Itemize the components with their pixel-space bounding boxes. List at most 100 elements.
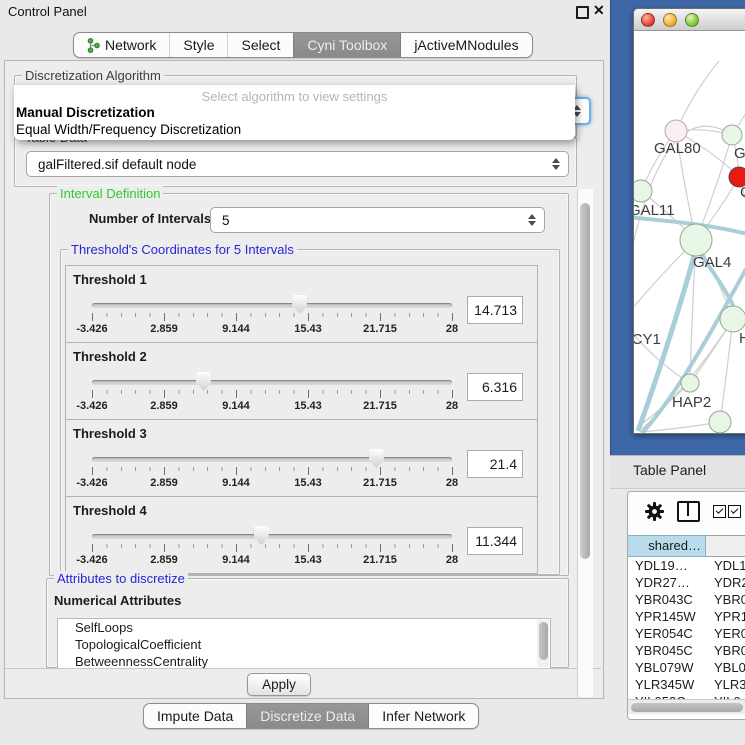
slider-track[interactable] — [92, 534, 452, 539]
algorithm-dropdown-popup: Select algorithm to view settings Manual… — [14, 85, 575, 140]
zoom-traffic-light-icon[interactable] — [685, 13, 699, 27]
panel-scrollbar-thumb[interactable] — [580, 203, 590, 559]
tab-select[interactable]: Select — [227, 33, 293, 57]
columns-icon[interactable] — [677, 501, 700, 522]
threshold-value-field[interactable]: 6.316 — [467, 373, 523, 401]
tab-label: Cyni Toolbox — [307, 37, 387, 53]
thresholds-group-title: Threshold's Coordinates for 5 Intervals — [68, 242, 297, 257]
threshold-value-field[interactable]: 11.344 — [467, 527, 523, 555]
tab-style[interactable]: Style — [169, 33, 227, 57]
slider-tick-label: 9.144 — [222, 554, 250, 566]
numerical-attributes-list[interactable]: SelfLoopsTopologicalCoefficientBetweenne… — [57, 618, 551, 669]
table-cell: YBL079W — [628, 659, 706, 676]
close-icon[interactable]: ✕ — [593, 2, 605, 19]
attribute-list-item[interactable]: SelfLoops — [58, 619, 550, 636]
table-row[interactable]: YDR27…YDR2 — [628, 574, 745, 591]
slider-handle[interactable] — [369, 449, 384, 468]
popup-prompt: Select algorithm to view settings — [14, 85, 575, 104]
network-canvas[interactable]: GAL80GACGAL11GAL4GCY1HHAP2 — [634, 31, 745, 433]
network-node-gal4[interactable] — [680, 224, 712, 256]
table-row[interactable]: YER054CYER0 — [628, 625, 745, 642]
float-window-icon[interactable] — [576, 6, 589, 19]
network-node-h[interactable] — [720, 306, 745, 332]
network-node-hap2[interactable] — [681, 374, 699, 392]
number-of-intervals-combobox[interactable]: 5 — [210, 207, 545, 233]
attribute-list-item[interactable]: BetweennessCentrality — [58, 653, 550, 669]
network-window-titlebar[interactable] — [634, 9, 745, 31]
network-node-gal11[interactable] — [634, 180, 652, 202]
table-row[interactable]: YPR145WYPR1 — [628, 608, 745, 625]
network-edge — [676, 61, 719, 131]
slider-tick-label: -3.426 — [76, 323, 107, 335]
slider-tick-label: 21.715 — [363, 323, 397, 335]
network-node-ga[interactable] — [722, 125, 742, 145]
checkbox-icon[interactable] — [713, 505, 726, 518]
tab-network[interactable]: Network — [74, 33, 169, 57]
network-node-label: GAL11 — [634, 202, 675, 219]
table-row[interactable]: YBR045CYBR0 — [628, 642, 745, 659]
slider-track[interactable] — [92, 303, 452, 308]
apply-button[interactable]: Apply — [247, 673, 311, 696]
table-column-header[interactable]: shared… — [628, 535, 706, 557]
network-edge — [720, 319, 733, 422]
slider-major-tick — [380, 544, 381, 552]
close-traffic-light-icon[interactable] — [641, 13, 655, 27]
slider-tick-label: 15.43 — [294, 400, 322, 412]
tab-label: Impute Data — [157, 708, 233, 724]
slider-major-tick — [236, 390, 237, 398]
threshold-value-field[interactable]: 14.713 — [467, 296, 523, 324]
panel-scrollbar[interactable] — [577, 189, 593, 697]
table-row[interactable]: YDL19…YDL1 — [628, 557, 745, 574]
minimize-traffic-light-icon[interactable] — [663, 13, 677, 27]
network-node-node[interactable] — [709, 411, 731, 433]
slider-major-tick — [92, 544, 93, 552]
table-scrollbar-thumb[interactable] — [631, 703, 743, 712]
popup-option-manual-discretization[interactable]: Manual Discretization — [14, 104, 575, 121]
slider-major-tick — [236, 313, 237, 321]
tab-discretize-data[interactable]: Discretize Data — [246, 704, 368, 728]
table-row[interactable]: YBL079WYBL0 — [628, 659, 745, 676]
checkbox-icon[interactable] — [728, 505, 741, 518]
slider-handle[interactable] — [196, 372, 211, 391]
table-row[interactable]: YBR043CYBR0 — [628, 591, 745, 608]
slider-tick-label: 21.715 — [363, 554, 397, 566]
interval-definition-group: Interval Definition Number of Intervals … — [49, 193, 569, 576]
slider-major-tick — [380, 390, 381, 398]
slider-tick-label: 21.715 — [363, 477, 397, 489]
slider-track[interactable] — [92, 457, 452, 462]
tab-impute-data[interactable]: Impute Data — [144, 704, 246, 728]
tab-cyni-toolbox[interactable]: Cyni Toolbox — [293, 33, 400, 57]
slider-tick-label: 15.43 — [294, 554, 322, 566]
attribute-list-item[interactable]: TopologicalCoefficient — [58, 636, 550, 653]
tab-label: Network — [105, 37, 156, 53]
slider-major-tick — [164, 467, 165, 475]
control-panel-titlebar: Control Panel ✕ — [0, 0, 608, 24]
slider-major-tick — [452, 313, 453, 321]
table-row[interactable]: YLR345WYLR3 — [628, 676, 745, 693]
slider-major-tick — [92, 467, 93, 475]
threshold-value-field[interactable]: 21.4 — [467, 450, 523, 478]
threshold-panel-3: Threshold 3-3.4262.8599.14415.4321.71528… — [65, 419, 538, 497]
table-toolbar — [628, 492, 745, 530]
slider-major-tick — [452, 390, 453, 398]
network-node-gal80[interactable] — [665, 120, 687, 142]
number-of-intervals-value: 5 — [211, 213, 527, 228]
slider-track[interactable] — [92, 380, 452, 385]
list-scrollbar[interactable] — [537, 620, 549, 667]
slider-handle[interactable] — [292, 295, 307, 314]
threshold-panel-1: Threshold 1-3.4262.8599.14415.4321.71528… — [65, 265, 538, 343]
table-column-header[interactable]: na — [706, 535, 745, 557]
table-cell: YBR0 — [706, 642, 745, 659]
gear-icon[interactable] — [645, 502, 664, 521]
popup-option-equal-width-frequency-discretization[interactable]: Equal Width/Frequency Discretization — [14, 121, 575, 138]
table-horizontal-scrollbar[interactable] — [628, 699, 745, 714]
slider-tick-label: 9.144 — [222, 400, 250, 412]
table-panel-window: shared…na YDL19…YDL1YDR27…YDR2YBR043CYBR… — [627, 491, 745, 720]
slider-handle[interactable] — [254, 526, 269, 545]
tab-jactivemnodules[interactable]: jActiveMNodules — [400, 33, 531, 57]
combo-stepper-icon[interactable] — [527, 214, 537, 226]
tab-infer-network[interactable]: Infer Network — [368, 704, 478, 728]
combo-stepper-icon[interactable] — [551, 158, 561, 170]
network-window: GAL80GACGAL11GAL4GCY1HHAP2 — [633, 8, 745, 434]
table-data-combobox[interactable]: galFiltered.sif default node — [26, 151, 569, 177]
